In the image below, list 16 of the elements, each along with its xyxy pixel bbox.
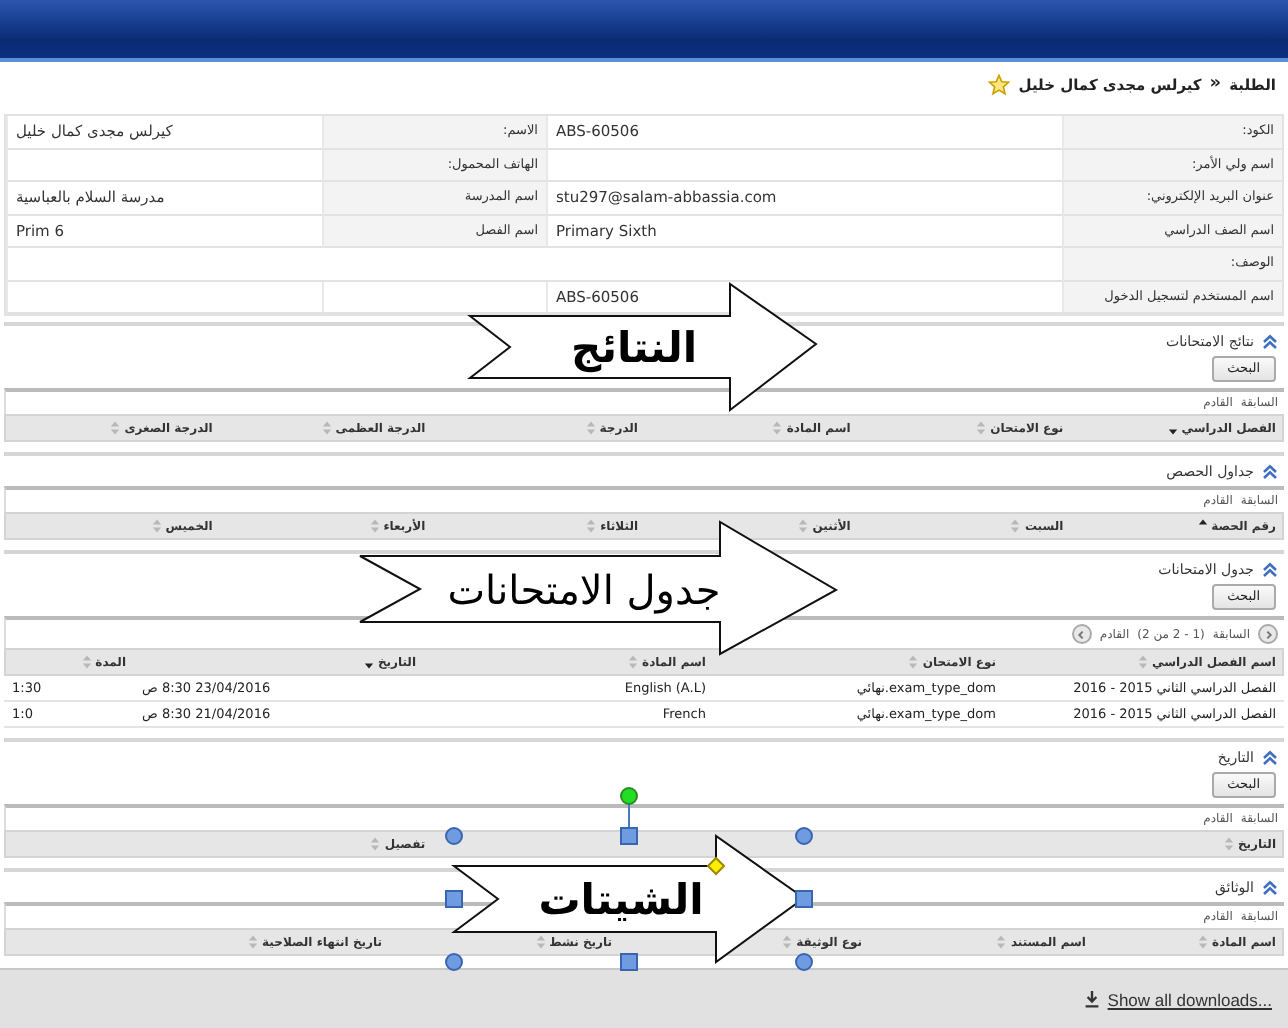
arrow-label: الشيتات <box>536 873 706 927</box>
chevron-right-icon <box>1263 629 1273 639</box>
collapse-icon[interactable] <box>1262 749 1278 765</box>
download-icon <box>1083 990 1100 1008</box>
breadcrumb-separator: » <box>1209 74 1222 94</box>
arrow-label: جدول الامتحانات <box>445 563 723 618</box>
previous-page-button[interactable] <box>1258 624 1278 644</box>
show-downloads-link[interactable]: Show all downloads... <box>1083 989 1272 1009</box>
collapse-icon[interactable] <box>1262 333 1278 349</box>
chevron-left-icon <box>1076 629 1087 639</box>
collapse-icon[interactable] <box>1262 561 1278 577</box>
collapse-icon[interactable] <box>1262 879 1278 895</box>
collapse-icon[interactable] <box>1262 463 1278 479</box>
arrow-label: النتائج <box>568 321 700 377</box>
next-page-button[interactable] <box>1071 624 1092 644</box>
star-icon[interactable] <box>988 73 1011 95</box>
